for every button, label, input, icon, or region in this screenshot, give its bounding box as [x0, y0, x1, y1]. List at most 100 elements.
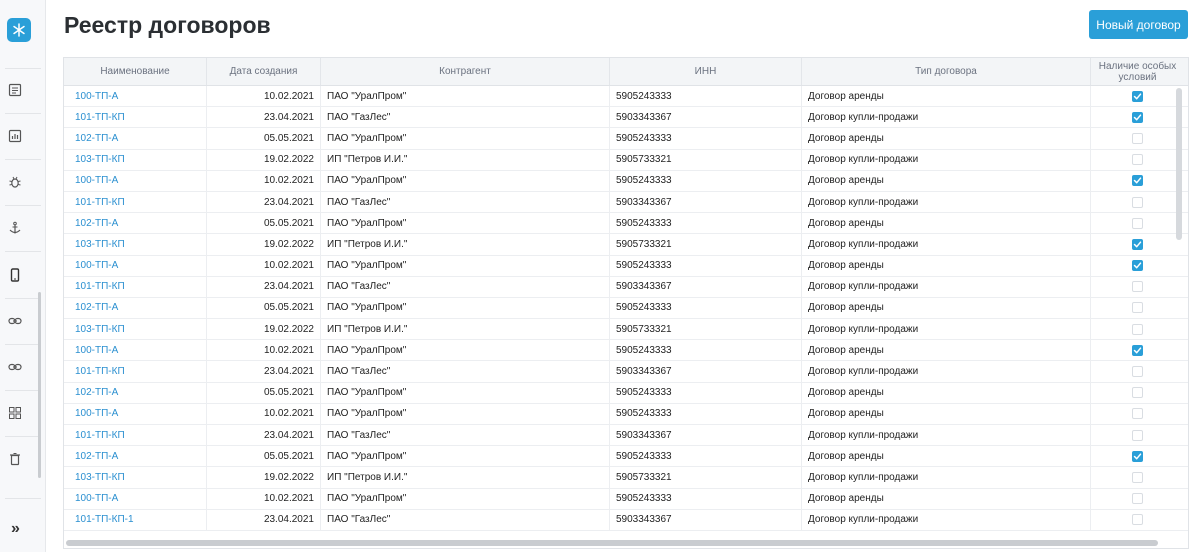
contract-name-link[interactable]: 100-ТП-А [64, 170, 207, 191]
contractor: ПАО "УралПром" [321, 382, 610, 403]
contract-name-link[interactable]: 100-ТП-А [64, 403, 207, 424]
special-conditions-checkbox[interactable] [1132, 90, 1143, 102]
table-row[interactable]: 102-ТП-А 05.05.2021 ПАО "УралПром" 59052433… [64, 446, 1188, 468]
special-conditions-checkbox[interactable] [1132, 429, 1143, 441]
contractor: ПАО "ГазЛес" [321, 276, 610, 297]
contract-name-link[interactable]: 102-ТП-А [64, 213, 207, 234]
table-row[interactable]: 100-ТП-А 10.02.2021 ПАО "УралПром" 59052433… [64, 170, 1188, 192]
contract-name-link[interactable]: 101-ТП-КП [64, 276, 207, 297]
special-conditions-cell [1091, 107, 1184, 127]
contract-name-link[interactable]: 101-ТП-КП [64, 425, 207, 446]
column-header-special[interactable]: Наличие особых условий [1091, 58, 1184, 85]
special-conditions-checkbox[interactable] [1132, 281, 1143, 293]
contractor: ПАО "ГазЛес" [321, 425, 610, 446]
special-conditions-checkbox[interactable] [1132, 175, 1143, 187]
table-row[interactable]: 100-ТП-А 10.02.2021 ПАО "УралПром" 59052433… [64, 340, 1188, 362]
link-icon[interactable] [5, 357, 25, 377]
contract-name-link[interactable]: 101-ТП-КП [64, 191, 207, 213]
contract-name-link[interactable]: 103-ТП-КП [64, 234, 207, 255]
table-row[interactable]: 103-ТП-КП 19.02.2022 ИП "Петров И.И." 59057… [64, 319, 1188, 341]
table-body: 100-ТП-А 10.02.2021 ПАО "УралПром" 59052433… [64, 86, 1188, 531]
table-row[interactable]: 102-ТП-А 05.05.2021 ПАО "УралПром" 59052433… [64, 213, 1188, 235]
special-conditions-checkbox[interactable] [1132, 111, 1143, 123]
table-row[interactable]: 103-ТП-КП 19.02.2022 ИП "Петров И.И." 59057… [64, 234, 1188, 256]
table-row[interactable]: 101-ТП-КП 23.04.2021 ПАО "ГазЛес" 590334336… [64, 191, 1188, 214]
trash-icon[interactable] [5, 449, 25, 469]
horizontal-scrollbar[interactable] [66, 540, 1158, 546]
contractor: ПАО "ГазЛес" [321, 509, 610, 530]
contract-name-link[interactable]: 100-ТП-А [64, 255, 207, 276]
special-conditions-checkbox[interactable] [1132, 387, 1143, 399]
special-conditions-checkbox[interactable] [1132, 132, 1143, 144]
creation-date: 23.04.2021 [207, 107, 321, 128]
table-row[interactable]: 101-ТП-КП 23.04.2021 ПАО "ГазЛес" 590334336… [64, 361, 1188, 383]
contract-name-link[interactable]: 103-ТП-КП [64, 467, 207, 488]
table-row[interactable]: 100-ТП-А 10.02.2021 ПАО "УралПром" 59052433… [64, 86, 1188, 108]
document-list-icon[interactable] [5, 80, 25, 100]
contract-name-link[interactable]: 100-ТП-А [64, 488, 207, 509]
contract-type: Договор аренды [802, 446, 1091, 467]
table-row[interactable]: 101-ТП-КП-1 23.04.2021 ПАО "ГазЛес" 5903343… [64, 509, 1188, 531]
creation-date: 10.02.2021 [207, 488, 321, 509]
special-conditions-checkbox[interactable] [1132, 302, 1143, 314]
inn: 5905733321 [610, 149, 802, 170]
column-header-contractor[interactable]: Контрагент [321, 58, 610, 85]
contract-name-link[interactable]: 102-ТП-А [64, 297, 207, 319]
column-header-type[interactable]: Тип договора [802, 58, 1091, 85]
sidebar-scrollbar[interactable] [38, 292, 41, 478]
contract-name-link[interactable]: 102-ТП-А [64, 382, 207, 403]
anchor-icon[interactable] [5, 218, 25, 238]
new-contract-button[interactable]: Новый договор [1089, 10, 1188, 39]
vertical-scrollbar[interactable] [1176, 88, 1182, 240]
special-conditions-checkbox[interactable] [1132, 344, 1143, 356]
chart-icon[interactable] [5, 126, 25, 146]
table-row[interactable]: 102-ТП-А 05.05.2021 ПАО "УралПром" 59052433… [64, 128, 1188, 150]
special-conditions-checkbox[interactable] [1132, 217, 1143, 229]
bug-icon[interactable] [5, 172, 25, 192]
column-header-name[interactable]: Наименование [64, 58, 207, 85]
table-row[interactable]: 102-ТП-А 05.05.2021 ПАО "УралПром" 59052433… [64, 382, 1188, 404]
table-row[interactable]: 103-ТП-КП 19.02.2022 ИП "Петров И.И." 59057… [64, 467, 1188, 489]
contract-name-link[interactable]: 100-ТП-А [64, 86, 207, 107]
table-row[interactable]: 102-ТП-А 05.05.2021 ПАО "УралПром" 59052433… [64, 297, 1188, 320]
app-logo-icon[interactable] [7, 18, 31, 42]
contract-name-link[interactable]: 103-ТП-КП [64, 319, 207, 340]
contracts-table: Наименование Дата создания Контрагент ИН… [63, 57, 1189, 549]
special-conditions-checkbox[interactable] [1132, 260, 1143, 272]
contract-type: Договор аренды [802, 403, 1091, 424]
expand-sidebar-icon[interactable]: » [11, 520, 20, 538]
contract-name-link[interactable]: 101-ТП-КП [64, 107, 207, 128]
mobile-icon[interactable] [5, 265, 25, 285]
contract-name-link[interactable]: 102-ТП-А [64, 446, 207, 467]
table-row[interactable]: 100-ТП-А 10.02.2021 ПАО "УралПром" 59052433… [64, 488, 1188, 510]
sidebar-divider [5, 205, 41, 206]
special-conditions-checkbox[interactable] [1132, 514, 1143, 526]
dashboard-icon[interactable] [5, 403, 25, 423]
special-conditions-checkbox[interactable] [1132, 471, 1143, 483]
contract-name-link[interactable]: 102-ТП-А [64, 128, 207, 149]
table-row[interactable]: 101-ТП-КП 23.04.2021 ПАО "ГазЛес" 590334336… [64, 276, 1188, 298]
table-row[interactable]: 101-ТП-КП 23.04.2021 ПАО "ГазЛес" 590334336… [64, 425, 1188, 447]
special-conditions-checkbox[interactable] [1132, 323, 1143, 335]
contract-type: Договор аренды [802, 297, 1091, 319]
inn: 5905243333 [610, 446, 802, 467]
table-row[interactable]: 103-ТП-КП 19.02.2022 ИП "Петров И.И." 59057… [64, 149, 1188, 171]
special-conditions-checkbox[interactable] [1132, 408, 1143, 420]
table-row[interactable]: 101-ТП-КП 23.04.2021 ПАО "ГазЛес" 590334336… [64, 107, 1188, 129]
column-header-inn[interactable]: ИНН [610, 58, 802, 85]
table-row[interactable]: 100-ТП-А 10.02.2021 ПАО "УралПром" 59052433… [64, 255, 1188, 277]
special-conditions-cell [1091, 467, 1184, 487]
special-conditions-checkbox[interactable] [1132, 154, 1143, 166]
special-conditions-checkbox[interactable] [1132, 366, 1143, 378]
table-row[interactable]: 100-ТП-А 10.02.2021 ПАО "УралПром" 59052433… [64, 403, 1188, 425]
special-conditions-checkbox[interactable] [1132, 493, 1143, 505]
contract-name-link[interactable]: 100-ТП-А [64, 340, 207, 361]
contract-name-link[interactable]: 101-ТП-КП-1 [64, 509, 207, 530]
special-conditions-checkbox[interactable] [1132, 450, 1143, 462]
contract-name-link[interactable]: 103-ТП-КП [64, 149, 207, 170]
column-header-date[interactable]: Дата создания [207, 58, 321, 85]
special-conditions-checkbox[interactable] [1132, 196, 1143, 208]
link-icon[interactable] [5, 311, 25, 331]
contract-name-link[interactable]: 101-ТП-КП [64, 361, 207, 382]
special-conditions-checkbox[interactable] [1132, 238, 1143, 250]
